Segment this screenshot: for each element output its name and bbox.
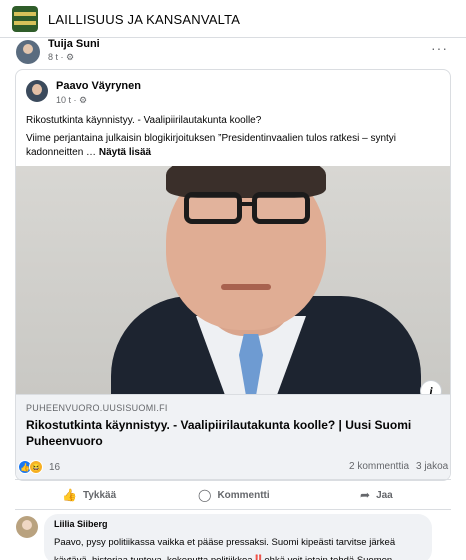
comment: Liilia Siiberg Paavo, pysy politiikassa … <box>44 514 432 560</box>
comments-count[interactable]: 2 kommenttia <box>349 461 409 472</box>
shared-post-meta: 10 t · ⚙ <box>56 95 88 105</box>
info-icon[interactable]: i <box>420 380 442 394</box>
shared-post-text: Viime perjantaina julkaisin blogikirjoit… <box>26 132 436 160</box>
link-title[interactable]: Rikostutkinta käynnistyy. - Vaalipiirila… <box>26 417 436 449</box>
shared-post[interactable]: Paavo Väyrynen 10 t · ⚙ Rikostutkinta kä… <box>15 69 451 481</box>
speech-bubble-icon: ◯ <box>198 488 212 502</box>
more-options-icon[interactable]: ··· <box>431 40 448 56</box>
thumb-up-icon: 👍 <box>62 488 77 502</box>
comment-button-label: Kommentti <box>217 489 270 501</box>
like-button[interactable]: 👍 Tykkää <box>62 485 116 505</box>
shared-post-body: Viime perjantaina julkaisin blogikirjoit… <box>26 133 396 158</box>
shared-post-headline: Rikostutkinta käynnistyy. - Vaalipiirila… <box>26 115 262 126</box>
shared-author-name[interactable]: Paavo Väyrynen <box>56 80 141 92</box>
comment-author[interactable]: Liilia Siiberg <box>54 519 422 529</box>
shares-count[interactable]: 3 jakoa <box>416 461 448 472</box>
reactions-count: 16 <box>49 461 61 473</box>
share-button-label: Jaa <box>376 489 393 501</box>
group-logo[interactable] <box>12 6 38 32</box>
link-domain: PUHEENVUORO.UUSISUOMI.FI <box>26 403 168 413</box>
comment-author-avatar[interactable] <box>16 516 38 538</box>
reactions-summary[interactable]: 👍 😆 16 <box>18 459 60 475</box>
comment-button[interactable]: ◯ Kommentti <box>198 485 270 505</box>
haha-icon: 😆 <box>29 460 43 474</box>
post-meta: 8 t · ⚙ <box>48 52 75 62</box>
avatar[interactable] <box>16 40 40 64</box>
divider <box>15 509 451 510</box>
link-preview-image[interactable]: i <box>16 166 450 394</box>
post-card: Tuija Suni 8 t · ⚙ ··· Paavo Väyrynen 10… <box>0 38 466 560</box>
share-button[interactable]: ➦ Jaa <box>360 485 393 505</box>
like-button-label: Tykkää <box>82 489 117 501</box>
share-arrow-icon: ➦ <box>360 488 371 502</box>
group-title[interactable]: LAILLISUUS JA KANSANVALTA <box>48 12 240 27</box>
see-more-link[interactable]: Näytä lisää <box>99 147 151 158</box>
comment-text: Paavo, pysy politiikassa vaikka et pääse… <box>54 537 396 560</box>
shared-author-avatar[interactable] <box>26 80 48 102</box>
post-author[interactable]: Tuija Suni <box>48 38 100 50</box>
top-bar: LAILLISUUS JA KANSANVALTA <box>0 0 466 38</box>
divider <box>15 479 451 480</box>
